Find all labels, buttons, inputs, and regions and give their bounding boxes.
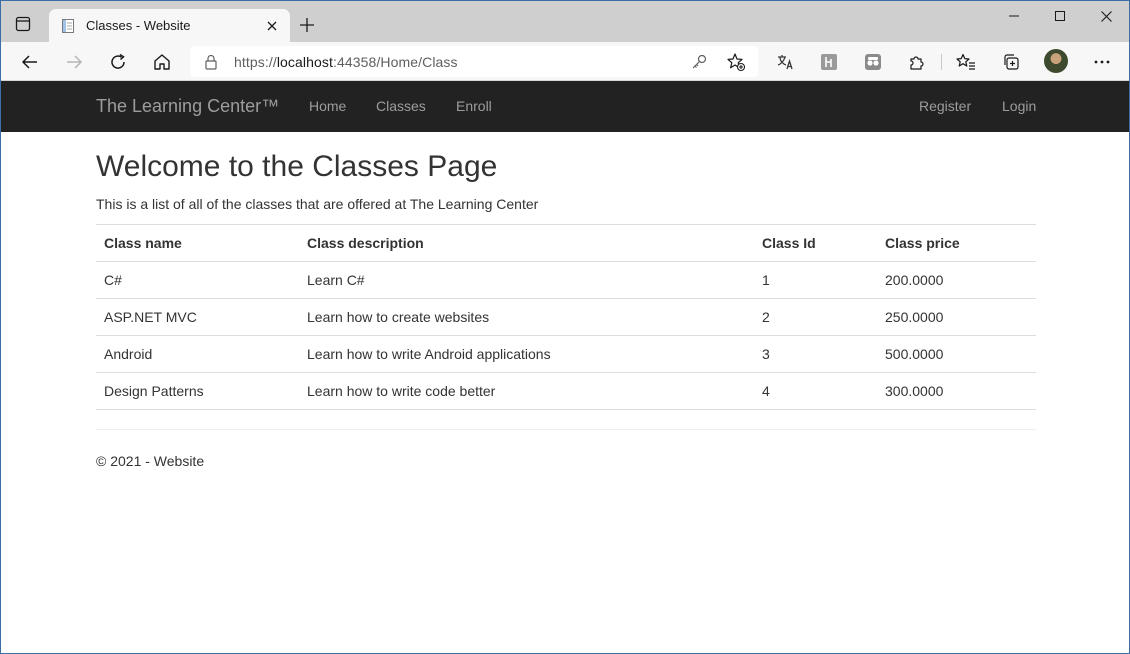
more-icon[interactable] <box>1088 48 1116 76</box>
header-class-id: Class Id <box>754 224 877 262</box>
cell-class-id: 1 <box>754 261 877 299</box>
header-class-description: Class description <box>299 224 754 262</box>
footer-divider <box>96 429 1036 430</box>
cell-class-price: 300.0000 <box>877 372 1036 410</box>
header-class-name: Class name <box>96 224 299 262</box>
cell-class-name: C# <box>96 261 299 299</box>
url-host: localhost <box>276 54 333 70</box>
login-link[interactable]: Login <box>1002 98 1036 114</box>
browser-tab[interactable]: Classes - Website <box>49 9 290 42</box>
forward-icon[interactable] <box>60 48 88 76</box>
new-tab-icon[interactable] <box>295 13 319 37</box>
window-controls <box>991 1 1129 31</box>
tab-strip: Classes - Website <box>1 1 1129 42</box>
table-row: C# Learn C# 1 200.0000 <box>96 261 1036 299</box>
home-icon[interactable] <box>148 48 176 76</box>
page-description: This is a list of all of the classes tha… <box>96 196 539 212</box>
browser-window: Classes - Website https://localhost:4435… <box>0 0 1130 654</box>
toolbar-divider <box>941 54 942 70</box>
table-row: Design Patterns Learn how to write code … <box>96 372 1036 410</box>
footer-text: © 2021 - Website <box>96 453 205 469</box>
tab-actions-icon[interactable] <box>7 10 39 38</box>
table-row: Android Learn how to write Android appli… <box>96 335 1036 373</box>
close-tab-icon[interactable] <box>263 17 281 35</box>
maximize-icon[interactable] <box>1037 1 1083 31</box>
refresh-icon[interactable] <box>104 48 132 76</box>
classes-table: Class name Class description Class Id Cl… <box>96 224 1036 410</box>
favorites-icon[interactable] <box>952 48 980 76</box>
cell-class-description: Learn how to write Android applications <box>299 335 754 373</box>
back-icon[interactable] <box>16 48 44 76</box>
brand-link[interactable]: The Learning Center™ <box>96 96 279 117</box>
cell-class-id: 3 <box>754 335 877 373</box>
cell-class-description: Learn how to write code better <box>299 372 754 410</box>
cell-class-price: 250.0000 <box>877 298 1036 336</box>
nav-link-classes[interactable]: Classes <box>376 98 426 114</box>
cell-class-price: 200.0000 <box>877 261 1036 299</box>
site-navbar: The Learning Center™ Home Classes Enroll… <box>1 81 1129 132</box>
key-icon[interactable] <box>690 53 708 71</box>
url-scheme: https:// <box>234 54 277 70</box>
table-row: ASP.NET MVC Learn how to create websites… <box>96 298 1036 336</box>
cell-class-description: Learn how to create websites <box>299 298 754 336</box>
table-header-row: Class name Class description Class Id Cl… <box>96 224 1036 262</box>
tab-title: Classes - Website <box>86 18 191 33</box>
page-title: Welcome to the Classes Page <box>96 150 498 183</box>
cell-class-name: Android <box>96 335 299 373</box>
nav-link-enroll[interactable]: Enroll <box>456 98 492 114</box>
close-window-icon[interactable] <box>1083 1 1129 31</box>
add-favorite-icon[interactable] <box>726 52 746 72</box>
cell-class-id: 4 <box>754 372 877 410</box>
nav-link-home[interactable]: Home <box>309 98 346 114</box>
translate-extension-icon[interactable] <box>771 48 799 76</box>
url-text[interactable]: https://localhost:44358/Home/Class <box>234 54 458 70</box>
page-icon <box>60 18 76 34</box>
extensions-icon[interactable] <box>903 48 931 76</box>
register-link[interactable]: Register <box>919 98 971 114</box>
cell-class-name: ASP.NET MVC <box>96 298 299 336</box>
address-bar[interactable]: https://localhost:44358/Home/Class <box>190 46 758 77</box>
profile-avatar[interactable] <box>1044 49 1068 73</box>
browser-toolbar: https://localhost:44358/Home/Class <box>1 42 1129 81</box>
cell-class-id: 2 <box>754 298 877 336</box>
extension-glasses-icon[interactable] <box>859 48 887 76</box>
cell-class-price: 500.0000 <box>877 335 1036 373</box>
cell-class-description: Learn C# <box>299 261 754 299</box>
cell-class-name: Design Patterns <box>96 372 299 410</box>
minimize-icon[interactable] <box>991 1 1037 31</box>
extension-h-icon[interactable] <box>815 48 843 76</box>
header-class-price: Class price <box>877 224 1036 262</box>
url-path: :44358/Home/Class <box>332 54 458 70</box>
collections-icon[interactable] <box>997 48 1025 76</box>
lock-icon[interactable] <box>204 54 218 70</box>
